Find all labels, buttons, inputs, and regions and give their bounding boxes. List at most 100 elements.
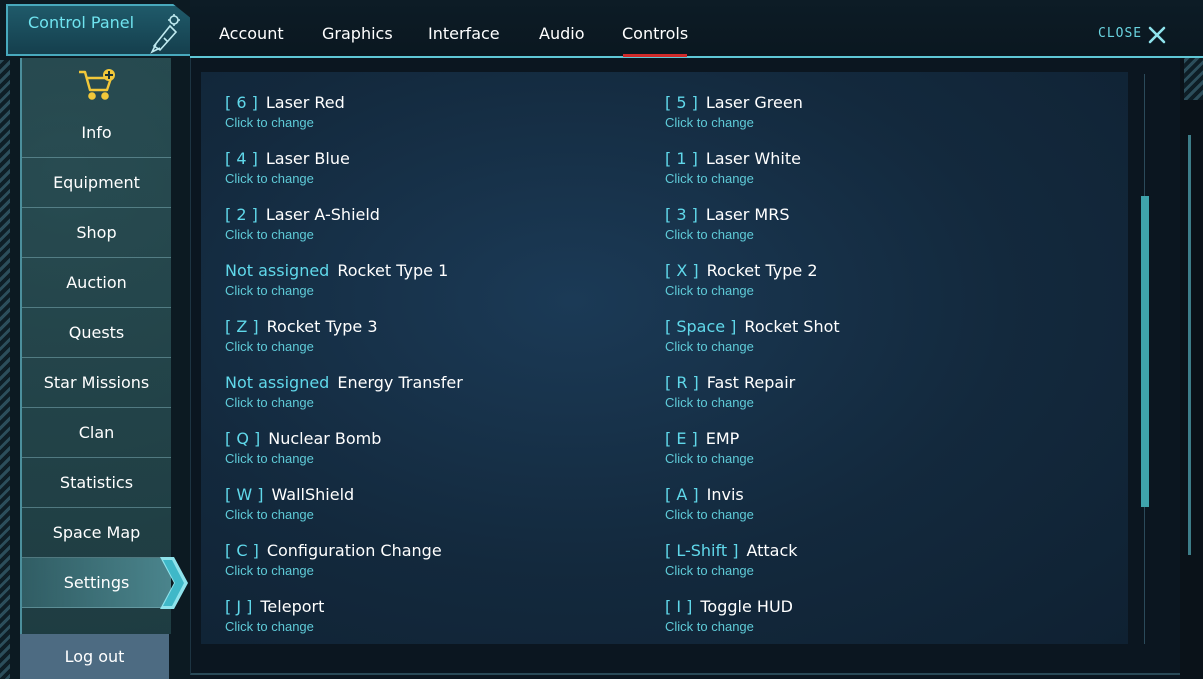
change-hint[interactable]: Click to change (225, 337, 655, 357)
change-hint[interactable]: Click to change (225, 505, 655, 525)
key-binding[interactable]: [ C ] Configuration Change Click to chang… (225, 541, 655, 581)
change-hint[interactable]: Click to change (225, 449, 655, 469)
key-binding[interactable]: [ I ] Toggle HUD Click to change (665, 597, 1095, 637)
tab-account[interactable]: Account (219, 24, 284, 43)
action-label: Laser MRS (705, 205, 790, 224)
sidebar-item-equipment[interactable]: Equipment (22, 158, 171, 208)
sidebar-item-star-missions[interactable]: Star Missions (22, 358, 171, 408)
key-binding[interactable]: [ W ] WallShield Click to change (225, 485, 655, 525)
action-label: Fast Repair (706, 373, 796, 392)
change-hint[interactable]: Click to change (665, 393, 1095, 413)
scrollbar-thumb[interactable] (1141, 196, 1149, 507)
tab-controls[interactable]: Controls (622, 24, 688, 43)
change-hint[interactable]: Click to change (665, 225, 1095, 245)
chevron-right-icon (160, 557, 188, 609)
key-label: [ L-Shift ] (665, 541, 739, 560)
key-label: [ X ] (665, 261, 699, 280)
right-edge (1180, 58, 1203, 679)
key-binding[interactable]: [ 2 ] Laser A-Shield Click to change (225, 205, 655, 245)
close-label[interactable]: CLOSE (1098, 26, 1142, 41)
logout-button[interactable]: Log out (20, 634, 169, 679)
sidebar-item-auction[interactable]: Auction (22, 258, 171, 308)
key-label: [ 6 ] (225, 93, 258, 112)
sidebar-item-clan[interactable]: Clan (22, 408, 171, 458)
change-hint[interactable]: Click to change (225, 561, 655, 581)
key-label: [ Z ] (225, 317, 259, 336)
key-label: [ 3 ] (665, 205, 698, 224)
change-hint[interactable]: Click to change (665, 337, 1095, 357)
key-label: [ Space ] (665, 317, 737, 336)
key-binding[interactable]: [ E ] EMP Click to change (665, 429, 1095, 469)
key-label: [ J ] (225, 597, 253, 616)
action-label: Rocket Type 1 (337, 261, 449, 280)
key-binding[interactable]: [ X ] Rocket Type 2 Click to change (665, 261, 1095, 301)
sidebar-item-statistics[interactable]: Statistics (22, 458, 171, 508)
action-label: Attack (746, 541, 798, 560)
change-hint[interactable]: Click to change (665, 113, 1095, 133)
key-binding[interactable]: [ 4 ] Laser Blue Click to change (225, 149, 655, 189)
change-hint[interactable]: Click to change (225, 393, 655, 413)
action-label: Teleport (260, 597, 325, 616)
change-hint[interactable]: Click to change (665, 169, 1095, 189)
change-hint[interactable]: Click to change (225, 225, 655, 245)
tab-audio[interactable]: Audio (539, 24, 584, 43)
close-icon[interactable] (1148, 26, 1166, 44)
key-binding[interactable]: [ Z ] Rocket Type 3 Click to change (225, 317, 655, 357)
shuttle-icon (150, 14, 180, 54)
change-hint[interactable]: Click to change (225, 169, 655, 189)
action-label: Laser White (705, 149, 801, 168)
key-label: [ R ] (665, 373, 699, 392)
key-binding[interactable]: [ 5 ] Laser Green Click to change (665, 93, 1095, 133)
tab-graphics[interactable]: Graphics (322, 24, 393, 43)
cart-icon[interactable] (77, 68, 117, 102)
key-binding[interactable]: [ 6 ] Laser Red Click to change (225, 93, 655, 133)
change-hint[interactable]: Click to change (665, 561, 1095, 581)
key-binding[interactable]: [ L-Shift ] Attack Click to change (665, 541, 1095, 581)
change-hint[interactable]: Click to change (225, 113, 655, 133)
panel-title: Control Panel (28, 13, 135, 32)
sidebar-item-space-map[interactable]: Space Map (22, 508, 171, 558)
action-label: Laser Blue (265, 149, 350, 168)
key-label: [ 2 ] (225, 205, 258, 224)
action-label: Nuclear Bomb (268, 429, 382, 448)
change-hint[interactable]: Click to change (225, 281, 655, 301)
action-label: Rocket Shot (744, 317, 840, 336)
change-hint[interactable]: Click to change (665, 505, 1095, 525)
active-tab-indicator (623, 54, 687, 57)
key-label: [ A ] (665, 485, 699, 504)
key-binding[interactable]: [ Q ] Nuclear Bomb Click to change (225, 429, 655, 469)
key-binding[interactable]: Not assigned Rocket Type 1 Click to chang… (225, 261, 655, 301)
action-label: Invis (706, 485, 744, 504)
change-hint[interactable]: Click to change (665, 449, 1095, 469)
key-label: [ C ] (225, 541, 259, 560)
key-binding[interactable]: [ A ] Invis Click to change (665, 485, 1095, 525)
tab-interface[interactable]: Interface (428, 24, 500, 43)
change-hint[interactable]: Click to change (225, 617, 655, 637)
key-binding[interactable]: [ 3 ] Laser MRS Click to change (665, 205, 1095, 245)
key-label: Not assigned (225, 261, 330, 280)
key-binding[interactable]: [ 1 ] Laser White Click to change (665, 149, 1095, 189)
right-edge-line (1188, 135, 1191, 555)
action-label: Configuration Change (266, 541, 442, 560)
sidebar-item-settings[interactable]: Settings (22, 558, 171, 608)
sidebar: Info Equipment Shop Auction Quests Star … (20, 58, 171, 634)
key-label: [ Q ] (225, 429, 261, 448)
key-binding[interactable]: Not assigned Energy Transfer Click to cha… (225, 373, 655, 413)
action-label: Toggle HUD (700, 597, 793, 616)
panel-title-box: Control Panel (6, 4, 196, 56)
sidebar-item-shop[interactable]: Shop (22, 208, 171, 258)
key-label: Not assigned (225, 373, 330, 392)
key-label: [ W ] (225, 485, 264, 504)
key-binding[interactable]: [ Space ] Rocket Shot Click to change (665, 317, 1095, 357)
key-binding[interactable]: [ R ] Fast Repair Click to change (665, 373, 1095, 413)
key-binding[interactable]: [ J ] Teleport Click to change (225, 597, 655, 637)
action-label: Rocket Type 3 (266, 317, 378, 336)
action-label: EMP (705, 429, 740, 448)
sidebar-item-info[interactable]: Info (22, 108, 171, 158)
change-hint[interactable]: Click to change (665, 281, 1095, 301)
key-label: [ 5 ] (665, 93, 698, 112)
sidebar-item-quests[interactable]: Quests (22, 308, 171, 358)
action-label: Energy Transfer (337, 373, 463, 392)
key-label: [ 4 ] (225, 149, 258, 168)
change-hint[interactable]: Click to change (665, 617, 1095, 637)
